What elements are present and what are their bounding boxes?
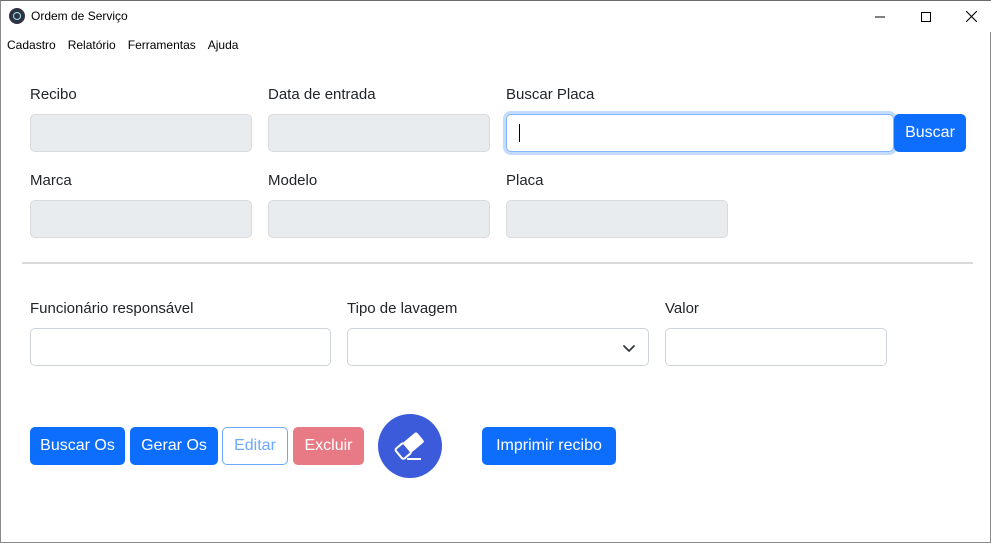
marca-label: Marca (30, 172, 72, 189)
buscar-placa-label: Buscar Placa (506, 86, 595, 103)
menu-ajuda[interactable]: Ajuda (202, 32, 245, 56)
minimize-icon (875, 16, 885, 17)
data-entrada-field[interactable] (268, 114, 490, 152)
funcionario-label: Funcionário responsável (30, 300, 194, 317)
imprimir-recibo-button[interactable]: Imprimir recibo (482, 427, 616, 465)
chevron-down-icon (623, 345, 635, 352)
gerar-os-button[interactable]: Gerar Os (130, 427, 218, 465)
title-bar: Ordem de Serviço (1, 1, 991, 32)
menu-ferramentas[interactable]: Ferramentas (122, 32, 202, 56)
buscar-os-button[interactable]: Buscar Os (30, 427, 125, 465)
valor-field[interactable] (665, 328, 887, 366)
tipo-lavagem-select[interactable] (347, 328, 649, 366)
close-icon (965, 11, 977, 22)
modelo-label: Modelo (268, 172, 318, 189)
placa-field[interactable] (506, 200, 728, 238)
valor-label: Valor (665, 300, 699, 317)
close-button[interactable] (948, 1, 991, 32)
eraser-icon (394, 432, 424, 460)
tipo-lavagem-label: Tipo de lavagem (347, 300, 458, 317)
marca-field[interactable] (30, 200, 252, 238)
minimize-button[interactable] (857, 1, 903, 32)
modelo-field[interactable] (268, 200, 490, 238)
maximize-button[interactable] (903, 1, 949, 32)
buscar-button[interactable]: Buscar (894, 114, 966, 152)
recibo-label: Recibo (30, 86, 77, 103)
menu-cadastro[interactable]: Cadastro (1, 32, 62, 56)
section-divider (22, 262, 973, 264)
app-icon (9, 8, 25, 24)
clear-button[interactable] (378, 414, 442, 478)
menu-bar: Cadastro Relatório Ferramentas Ajuda (1, 32, 244, 56)
editar-button[interactable]: Editar (222, 427, 288, 465)
maximize-icon (921, 11, 931, 22)
recibo-field[interactable] (30, 114, 252, 152)
placa-label: Placa (506, 172, 544, 189)
menu-relatorio[interactable]: Relatório (62, 32, 122, 56)
funcionario-field[interactable] (30, 328, 331, 366)
data-entrada-label: Data de entrada (268, 86, 376, 103)
window-title: Ordem de Serviço (31, 9, 128, 23)
excluir-button[interactable]: Excluir (293, 427, 364, 465)
buscar-placa-input[interactable] (506, 114, 894, 152)
text-caret (519, 124, 520, 142)
